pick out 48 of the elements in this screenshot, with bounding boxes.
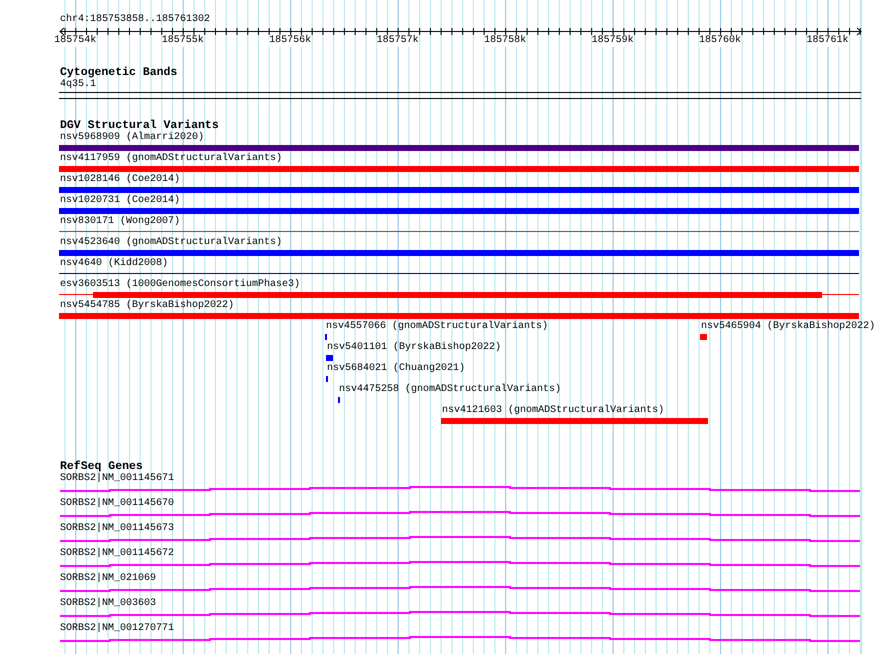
track-title: DGV Structural Variants bbox=[60, 119, 220, 132]
gene-line[interactable] bbox=[60, 536, 860, 543]
gene-label: SORBS2|NM_003603 bbox=[60, 598, 156, 610]
tick-label: 185759k bbox=[592, 35, 634, 47]
feature-label: nsv5465904 (ByrskaBishop2022) bbox=[701, 321, 876, 333]
feature-bar[interactable] bbox=[59, 292, 859, 298]
feature-bar[interactable] bbox=[326, 355, 334, 361]
gene-line[interactable] bbox=[60, 611, 860, 618]
gene-line[interactable] bbox=[60, 636, 860, 643]
tick-label: 185754k bbox=[54, 35, 96, 47]
feature-label: nsv5684021 (Chuang2021) bbox=[326, 363, 465, 375]
tick-label: 185755k bbox=[162, 35, 204, 47]
feature-label: nsv5968909 (Almarri2020) bbox=[60, 132, 204, 144]
feature-label: nsv830171 (Wong2007) bbox=[60, 216, 180, 228]
feature-label: nsv5401101 (ByrskaBishop2022) bbox=[326, 342, 501, 354]
tick-label: 185760k bbox=[699, 35, 742, 47]
tick-label: 185761k bbox=[806, 35, 849, 47]
gene-line[interactable] bbox=[60, 511, 860, 518]
track-title: RefSeq Genes bbox=[60, 460, 143, 473]
feature-label: nsv4117959 (gnomADStructuralVariants) bbox=[60, 153, 282, 165]
track-title: Cytogenetic Bands bbox=[60, 66, 178, 79]
tick-label: 185756k bbox=[269, 35, 312, 47]
tick-label: 185758k bbox=[484, 35, 526, 47]
gene-label: SORBS2|NM_001145673 bbox=[60, 523, 174, 535]
feature-bar[interactable] bbox=[338, 397, 340, 403]
feature-label: nsv4121603 (gnomADStructuralVariants) bbox=[442, 405, 664, 417]
gene-label: SORBS2|NM_001145671 bbox=[60, 473, 174, 485]
feature-label: nsv4640 (Kidd2008) bbox=[60, 258, 168, 270]
tick-label: 185757k bbox=[376, 35, 419, 47]
feature-label: esv3603513 (1000GenomesConsortiumPhase3) bbox=[60, 279, 300, 291]
gene-line[interactable] bbox=[60, 486, 860, 493]
feature-bar[interactable] bbox=[326, 376, 328, 382]
gene-line[interactable] bbox=[60, 586, 860, 593]
gene-label: SORBS2|NM_021069 bbox=[60, 573, 156, 585]
feature-label: nsv5454785 (ByrskaBishop2022) bbox=[60, 300, 234, 312]
gene-label: SORBS2|NM_001145670 bbox=[60, 498, 174, 510]
feature-label: nsv1028146 (Coe2014) bbox=[60, 174, 180, 186]
feature-label: nsv4475258 (gnomADStructuralVariants) bbox=[338, 384, 562, 396]
gene-label: SORBS2|NM_001145672 bbox=[60, 548, 174, 560]
feature-label: nsv1020731 (Coe2014) bbox=[60, 195, 180, 207]
gene-line[interactable] bbox=[60, 561, 860, 568]
gene-label: SORBS2|NM_001270771 bbox=[60, 623, 174, 635]
band-label: 4q35.1 bbox=[60, 79, 98, 91]
feature-bar[interactable] bbox=[700, 334, 708, 340]
location-label: chr4:185753858..185761302 bbox=[60, 14, 212, 26]
feature-label: nsv4523640 (gnomADStructuralVariants) bbox=[60, 237, 282, 249]
feature-label: nsv4557066 (gnomADStructuralVariants) bbox=[326, 321, 548, 333]
feature-bar[interactable] bbox=[324, 334, 328, 340]
